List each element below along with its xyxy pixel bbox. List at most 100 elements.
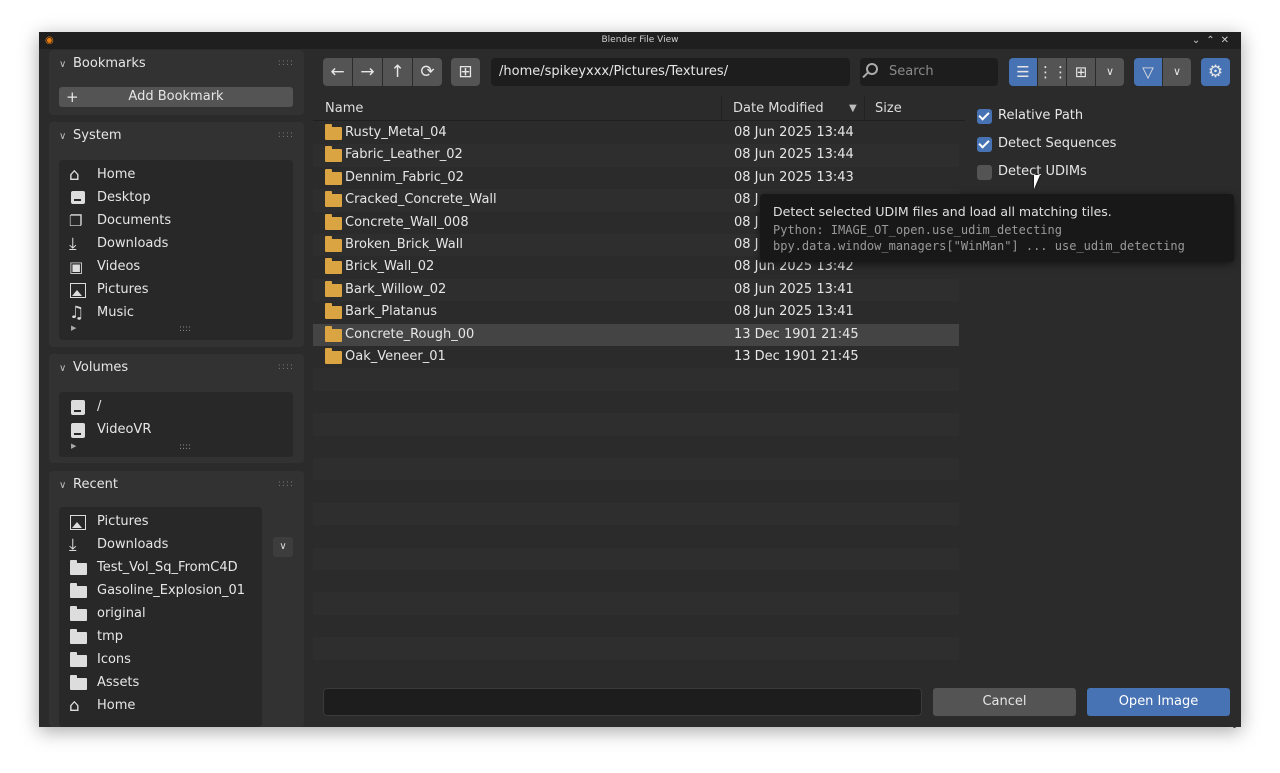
filename-input[interactable] bbox=[323, 688, 922, 716]
drag-grip-icon[interactable]: :::: bbox=[278, 58, 294, 68]
desktop-icon bbox=[69, 190, 87, 206]
search-input[interactable]: Search bbox=[860, 58, 998, 86]
column-name[interactable]: Name bbox=[325, 101, 363, 116]
file-row[interactable]: Concrete_Rough_00 13 Dec 1901 21:45 bbox=[313, 323, 959, 346]
tooltip-data-path: bpy.data.window_managers["WinMan"] ... u… bbox=[773, 239, 1185, 253]
folder-icon bbox=[325, 280, 342, 297]
sidebar-item-documents[interactable]: ❐ Documents bbox=[69, 210, 171, 232]
recent-menu-chevron-icon[interactable]: ∨ bbox=[273, 537, 293, 557]
thumbnail-view-button[interactable]: ⊞ bbox=[1067, 58, 1095, 86]
recent-item[interactable]: original bbox=[69, 603, 146, 625]
expand-triangle-icon[interactable]: ▶ bbox=[71, 324, 76, 332]
tooltip-python: Python: IMAGE_OT_open.use_udim_detecting bbox=[773, 223, 1062, 237]
sidebar-item-downloads[interactable]: ⤓ Downloads bbox=[69, 233, 168, 255]
resize-grip-icon[interactable]: :::: bbox=[179, 324, 191, 334]
sidebar-item-desktop[interactable]: Desktop bbox=[69, 187, 151, 209]
file-row[interactable]: Oak_Veneer_01 13 Dec 1901 21:45 bbox=[313, 346, 959, 368]
sidebar-item-videovr[interactable]: VideoVR bbox=[69, 419, 151, 441]
file-row[interactable]: Bark_Platanus 08 Jun 2025 13:41 bbox=[313, 301, 959, 323]
resize-grip-icon[interactable]: :::: bbox=[179, 442, 191, 452]
options-panel: Relative Path Detect Sequences Detect UD… bbox=[965, 96, 1241, 678]
file-row[interactable]: Fabric_Leather_02 08 Jun 2025 13:44 bbox=[313, 144, 959, 167]
file-name: Fabric_Leather_02 bbox=[345, 147, 463, 163]
blender-logo-icon: ◉ bbox=[45, 35, 54, 46]
recent-item[interactable]: ⤓ Downloads bbox=[69, 534, 168, 556]
drag-grip-icon[interactable]: :::: bbox=[278, 479, 294, 489]
chevron-down-icon: ∨ bbox=[59, 59, 67, 70]
open-image-button[interactable]: Open Image bbox=[1087, 688, 1230, 716]
sidebar: ∨ Bookmarks :::: + Add Bookmark ∨ System ::… bbox=[49, 50, 304, 727]
new-folder-icon: ⊞ bbox=[458, 62, 473, 82]
bookmarks-header[interactable]: ∨ Bookmarks bbox=[59, 56, 146, 71]
sidebar-item-videos[interactable]: ▣ Videos bbox=[69, 256, 140, 278]
drive-icon bbox=[69, 399, 87, 415]
file-name: Concrete_Rough_00 bbox=[345, 326, 475, 342]
sidebar-item-music[interactable]: ♫ Music bbox=[69, 302, 134, 324]
empty-row bbox=[313, 547, 959, 570]
file-name: Oak_Veneer_01 bbox=[345, 349, 446, 364]
column-size[interactable]: Size bbox=[875, 101, 902, 116]
display-settings-dropdown[interactable]: ∨ bbox=[1096, 58, 1124, 86]
horizontal-list-view-button[interactable]: ⋮⋮ bbox=[1038, 58, 1068, 86]
file-date: 08 Jun 2025 13:43 bbox=[734, 169, 854, 185]
recent-header[interactable]: ∨ Recent bbox=[59, 477, 118, 492]
file-list: Name Date Modified ▼ Size Rusty_Metal_04… bbox=[313, 96, 1236, 728]
column-header: Name Date Modified ▼ Size bbox=[313, 96, 965, 121]
columns-view-icon: ⋮⋮ bbox=[1038, 63, 1068, 81]
cancel-button[interactable]: Cancel bbox=[933, 688, 1076, 716]
parent-directory-button[interactable]: ↑ bbox=[383, 58, 412, 86]
drag-grip-icon[interactable]: :::: bbox=[278, 130, 294, 140]
directory-path-input[interactable]: /home/spikeyxxx/Pictures/Textures/ bbox=[491, 58, 850, 86]
file-row[interactable]: Bark_Willow_02 08 Jun 2025 13:41 bbox=[313, 278, 959, 302]
recent-item[interactable]: ⌂ Home bbox=[69, 695, 135, 717]
sidebar-item-pictures[interactable]: Pictures bbox=[69, 279, 148, 301]
folder-icon bbox=[69, 605, 87, 622]
new-folder-button[interactable]: ⊞ bbox=[451, 58, 480, 86]
plus-icon: + bbox=[66, 88, 79, 106]
checkbox-checked-icon bbox=[977, 137, 992, 152]
file-date: 13 Dec 1901 21:45 bbox=[734, 349, 859, 364]
filter-toggle-button[interactable]: ▽ bbox=[1134, 58, 1162, 86]
file-date: 13 Dec 1901 21:45 bbox=[734, 326, 859, 342]
file-date: 08 Jun 2025 13:44 bbox=[734, 147, 854, 163]
recent-item[interactable]: tmp bbox=[69, 626, 123, 648]
video-icon: ▣ bbox=[69, 257, 84, 276]
volumes-header[interactable]: ∨ Volumes bbox=[59, 360, 128, 375]
recent-item[interactable]: Pictures bbox=[69, 511, 148, 533]
system-list: ⌂ Home Desktop ❐ Documents ⤓ Downloads ▣ Vid… bbox=[59, 160, 293, 340]
expand-triangle-icon[interactable]: ▶ bbox=[71, 442, 76, 450]
forward-button[interactable]: → bbox=[353, 58, 382, 86]
folder-icon bbox=[69, 582, 87, 599]
chevron-down-icon: ∨ bbox=[59, 131, 67, 142]
recent-item[interactable]: Assets bbox=[69, 672, 139, 694]
window-controls[interactable]: ⌄⌃✕ bbox=[1192, 32, 1235, 49]
mouse-cursor-icon bbox=[1034, 175, 1046, 189]
download-icon: ⤓ bbox=[69, 233, 77, 254]
drag-grip-icon[interactable]: :::: bbox=[278, 362, 294, 372]
empty-row bbox=[313, 592, 959, 615]
file-date: 08 J bbox=[734, 192, 759, 208]
filter-settings-dropdown[interactable]: ∨ bbox=[1163, 58, 1191, 86]
image-icon bbox=[69, 282, 87, 298]
volumes-panel: ∨ Volumes :::: / VideoVR ▶ :::: bbox=[49, 354, 304, 463]
arrow-up-icon: ↑ bbox=[390, 62, 405, 82]
sidebar-item-home[interactable]: ⌂ Home bbox=[69, 164, 135, 186]
folder-icon bbox=[325, 258, 342, 275]
back-button[interactable]: ← bbox=[323, 58, 352, 86]
recent-item[interactable]: Gasoline_Explosion_01 bbox=[69, 580, 245, 602]
options-toggle-button[interactable]: ⚙ bbox=[1201, 58, 1230, 86]
file-row[interactable]: Dennim_Fabric_02 08 Jun 2025 13:43 bbox=[313, 167, 959, 189]
system-header[interactable]: ∨ System bbox=[59, 128, 121, 143]
file-date: 08 J bbox=[734, 214, 759, 230]
sidebar-item-root[interactable]: / bbox=[69, 396, 101, 418]
refresh-button[interactable]: ⟳ bbox=[413, 58, 442, 86]
documents-icon: ❐ bbox=[69, 211, 83, 230]
file-row[interactable]: Rusty_Metal_04 08 Jun 2025 13:44 bbox=[313, 122, 959, 144]
image-icon bbox=[69, 514, 87, 530]
vertical-list-view-button[interactable]: ☰ bbox=[1009, 58, 1037, 86]
add-bookmark-button[interactable]: + Add Bookmark bbox=[59, 87, 293, 107]
column-date-modified[interactable]: Date Modified bbox=[733, 101, 824, 116]
recent-item[interactable]: Test_Vol_Sq_FromC4D bbox=[69, 557, 238, 579]
recent-item[interactable]: Icons bbox=[69, 649, 131, 671]
empty-row bbox=[313, 413, 959, 436]
